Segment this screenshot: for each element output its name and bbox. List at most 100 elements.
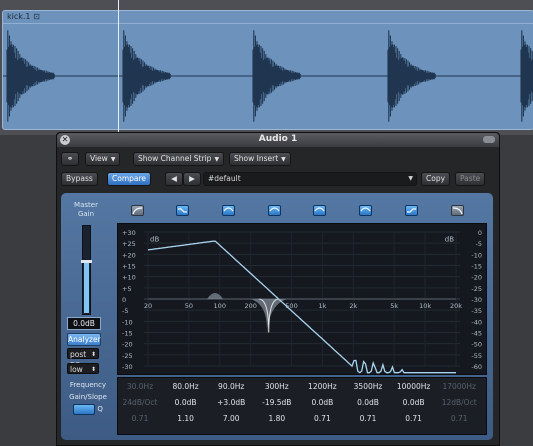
frequency-axis-label: 1k (318, 302, 326, 310)
analyzer-scale-label: 0 (478, 229, 482, 237)
q-couple-toggle[interactable] (73, 403, 96, 415)
plugin-window: ✕ Audio 1 ⚭ View ▼ Show Channel Strip ▼ Sh… (56, 132, 500, 446)
region-name: kick.1 ⊡ (7, 12, 40, 21)
bell-icon[interactable] (359, 205, 372, 216)
eq-graph[interactable]: +30 +25 +20 +15 +10 +5 0 -5 -10 -15 -20 -25 -30 0 -5 -1… (117, 223, 487, 375)
q-label: Q (97, 405, 103, 413)
gain-scale-label: +30 (122, 229, 136, 237)
chevron-down-icon: ⬍ (90, 351, 96, 358)
chevron-down-icon: ▼ (110, 156, 116, 163)
analyzer-position-select[interactable]: post EQ⬍ (67, 348, 99, 370)
preset-name: #default (208, 174, 241, 183)
paste-button[interactable]: Paste (455, 172, 486, 186)
plugin-header-toolbar: ⚭ View ▼ Show Channel Strip ▼ Show Insert ▼ (61, 151, 495, 166)
analyzer-scale-label: -5 (476, 240, 482, 248)
compare-button[interactable]: Compare (107, 172, 152, 186)
band-7-gain[interactable]: 0.0dB (394, 398, 434, 407)
show-channel-strip-label: Show Channel Strip (138, 154, 212, 163)
frequency-axis-label: 2k (349, 302, 357, 310)
band-4-frequency[interactable]: 300Hz (257, 382, 297, 391)
band-3-frequency[interactable]: 90.0Hz (211, 382, 251, 391)
bypass-button[interactable]: Bypass (61, 172, 98, 186)
preset-menu[interactable]: #default ▼ (203, 172, 417, 186)
db-unit-right: dB (445, 236, 454, 244)
gain-scale-label: +10 (122, 274, 136, 282)
window-resize-icon[interactable] (483, 136, 495, 143)
frequency-axis-label: 50 (185, 302, 193, 310)
band-1-gain[interactable]: 24dB/Oct (120, 398, 160, 407)
analyzer-scale-label: -10 (471, 251, 482, 259)
kick-transient (252, 30, 301, 122)
band-1-frequency[interactable]: 30.0Hz (120, 382, 160, 391)
analyzer-scale-label: -30 (471, 296, 482, 304)
bell-icon[interactable] (268, 205, 281, 216)
analyzer-resolution-select[interactable]: low ⬍ (67, 363, 99, 374)
gain-scale-label: 0 (122, 296, 126, 304)
view-menu-label: View (90, 154, 108, 163)
master-gain-fill (84, 261, 89, 313)
master-gain-slider[interactable] (81, 225, 92, 315)
chevron-down-icon: ▼ (408, 175, 413, 182)
master-gain-value[interactable]: 0.0dB (67, 317, 101, 330)
frequency-axis-label: 20 (144, 302, 152, 310)
high-shelf-icon[interactable] (405, 205, 418, 216)
show-channel-strip-menu[interactable]: Show Channel Strip ▼ (133, 152, 225, 166)
copy-button[interactable]: Copy (421, 172, 451, 186)
bell-icon[interactable] (313, 205, 326, 216)
analyzer-scale-label: -55 (471, 352, 482, 360)
kick-transient (520, 30, 533, 122)
band-6-frequency[interactable]: 3500Hz (348, 382, 388, 391)
band-2-gain[interactable]: 0.0dB (166, 398, 206, 407)
frequency-axis-label: 20k (450, 302, 462, 310)
low-shelf-icon[interactable] (176, 205, 189, 216)
view-menu[interactable]: View ▼ (85, 152, 121, 166)
band-2-frequency[interactable]: 80.0Hz (166, 382, 206, 391)
analyzer-scale-label: -20 (471, 274, 482, 282)
master-gain-thumb[interactable] (81, 260, 92, 263)
band-7-frequency[interactable]: 10000Hz (394, 382, 434, 391)
low-cut-icon[interactable] (131, 205, 144, 216)
band-6-q[interactable]: 0.71 (348, 414, 388, 423)
band-7-q[interactable]: 0.71 (394, 414, 434, 423)
band-3-gain[interactable]: +3.0dB (211, 398, 251, 407)
frequency-axis-label: 10k (419, 302, 431, 310)
audio-region[interactable]: kick.1 ⊡ (2, 10, 533, 130)
band-4-gain[interactable]: -19.5dB (257, 398, 297, 407)
show-insert-label: Show Insert (234, 154, 279, 163)
band-3-q[interactable]: 7.00 (211, 414, 251, 423)
bell-icon[interactable] (222, 205, 235, 216)
gain-scale-label: +20 (122, 251, 136, 259)
frequency-axis-label: 5k (390, 302, 398, 310)
band-6-gain[interactable]: 0.0dB (348, 398, 388, 407)
eq-curve[interactable] (147, 240, 456, 374)
playhead[interactable] (118, 0, 119, 135)
band-4-q[interactable]: 1.80 (257, 414, 297, 423)
band-8-q[interactable]: 0.71 (439, 414, 479, 423)
eq-curve-display[interactable]: +30 +25 +20 +15 +10 +5 0 -5 -10 -15 -20 -25 -30 0 -5 -1… (118, 224, 486, 374)
band-8-frequency[interactable]: 17000Hz (439, 382, 479, 391)
frequency-axis-label: 100 (214, 302, 226, 310)
frequency-label: Frequency (69, 381, 107, 389)
chevron-down-icon: ⬍ (90, 366, 96, 373)
analyzer-scale-label: -50 (471, 341, 482, 349)
band-parameters: 30.0Hz 24dB/Oct 0.71 80.0Hz 0.0dB 1.10 90.0Hz +… (117, 377, 487, 435)
gain-scale-label: +15 (122, 263, 136, 271)
show-insert-menu[interactable]: Show Insert ▼ (229, 152, 291, 166)
band-5-q[interactable]: 0.71 (302, 414, 342, 423)
analyzer-button[interactable]: Analyzer (67, 333, 101, 346)
band-1-q[interactable]: 0.71 (120, 414, 160, 423)
high-cut-icon[interactable] (451, 205, 464, 216)
band-5-gain[interactable]: 0.0dB (302, 398, 342, 407)
band-5-frequency[interactable]: 1200Hz (302, 382, 342, 391)
window-titlebar[interactable]: ✕ Audio 1 (57, 133, 499, 147)
next-preset-button[interactable]: ▶ (183, 172, 201, 186)
band-8-gain[interactable]: 12dB/Oct (439, 398, 479, 407)
preset-toolbar: Bypass Compare ◀ ▶ #default ▼ Copy Paste (61, 171, 495, 186)
analyzer-scale-label: -15 (471, 263, 482, 271)
kick-transient (387, 30, 436, 122)
gain-scale-label: +5 (122, 285, 132, 293)
analyzer-scale-label: -60 (471, 363, 482, 371)
band-2-q[interactable]: 1.10 (166, 414, 206, 423)
link-icon[interactable]: ⚭ (61, 152, 79, 166)
previous-preset-button[interactable]: ◀ (165, 172, 183, 186)
